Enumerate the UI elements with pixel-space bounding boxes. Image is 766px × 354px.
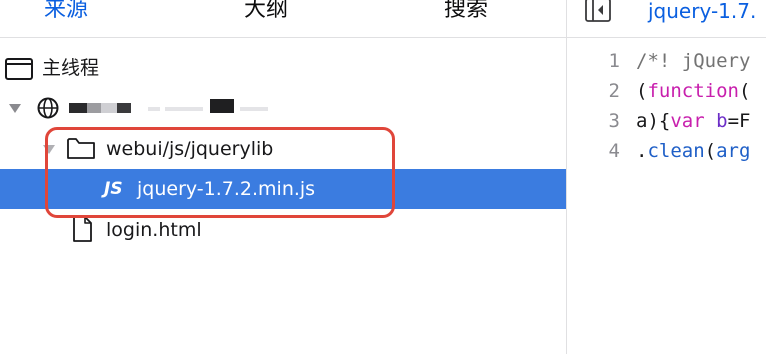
tree-item-label: jquery-1.7.2.min.js — [137, 178, 316, 200]
code-line[interactable]: .clean(arg — [636, 137, 750, 166]
redacted-text — [210, 99, 234, 113]
redacted-text — [101, 103, 117, 113]
code-line[interactable]: /*! jQuery — [636, 47, 750, 76]
code-token: ( — [704, 140, 717, 162]
toggle-sidebar-icon[interactable] — [585, 0, 611, 22]
tree-item-label: login.html — [106, 219, 202, 241]
code-token: . — [636, 140, 648, 162]
tree-item-host[interactable] — [0, 88, 566, 128]
tree-item-selected-file[interactable]: JS jquery-1.7.2.min.js — [0, 169, 566, 209]
redacted-text — [117, 103, 131, 113]
redacted-text — [148, 107, 160, 111]
js-file-icon: JS — [104, 179, 123, 199]
tab-sources[interactable]: 来源 — [44, 0, 88, 26]
code-token: var — [670, 110, 705, 132]
redacted-text — [87, 103, 101, 113]
code-token: function — [647, 80, 739, 102]
tree-item-label: 主线程 — [42, 57, 100, 79]
window-icon — [5, 58, 33, 80]
sources-panel: 来源 大纲 搜索 主线程 webui/js/jquerylib JS jquer… — [0, 0, 566, 354]
redacted-text — [240, 107, 268, 111]
globe-icon — [37, 97, 59, 119]
code-token: a){ — [636, 110, 671, 132]
redacted-text — [165, 107, 203, 111]
code-token: clean — [647, 140, 705, 162]
chevron-down-icon[interactable] — [43, 145, 55, 154]
panel-tabs: 来源 大纲 搜索 — [0, 0, 566, 38]
code-token: ( — [636, 80, 648, 102]
code-token: b — [716, 110, 728, 132]
line-number: 4 — [608, 140, 620, 162]
file-icon — [73, 216, 92, 242]
code-line[interactable]: a){var b=F — [636, 107, 750, 136]
line-number: 3 — [608, 110, 620, 132]
editor-tab-bar: jquery-1.7. — [567, 0, 766, 38]
code-token: /*! jQuery — [636, 50, 751, 72]
code-line[interactable]: (function( — [636, 77, 750, 106]
line-number: 2 — [608, 80, 620, 102]
editor-tab-label[interactable]: jquery-1.7. — [648, 0, 756, 27]
tab-search[interactable]: 搜索 — [444, 0, 488, 26]
line-number: 1 — [608, 50, 620, 72]
code-token: arg — [716, 140, 751, 162]
redacted-text — [69, 103, 87, 113]
tree-item-folder[interactable]: webui/js/jquerylib — [0, 129, 566, 169]
chevron-down-icon[interactable] — [9, 104, 21, 113]
editor-pane: jquery-1.7. 1 2 3 4 /*! jQuery (function… — [567, 0, 766, 354]
code-token: ( — [738, 80, 751, 102]
tab-outline[interactable]: 大纲 — [244, 0, 288, 26]
tree-item-label: webui/js/jquerylib — [106, 138, 274, 160]
tree-item-main-thread[interactable]: 主线程 — [0, 48, 566, 88]
code-token: =F — [727, 110, 751, 132]
folder-icon — [67, 138, 95, 159]
tree-item-file[interactable]: login.html — [0, 210, 566, 250]
